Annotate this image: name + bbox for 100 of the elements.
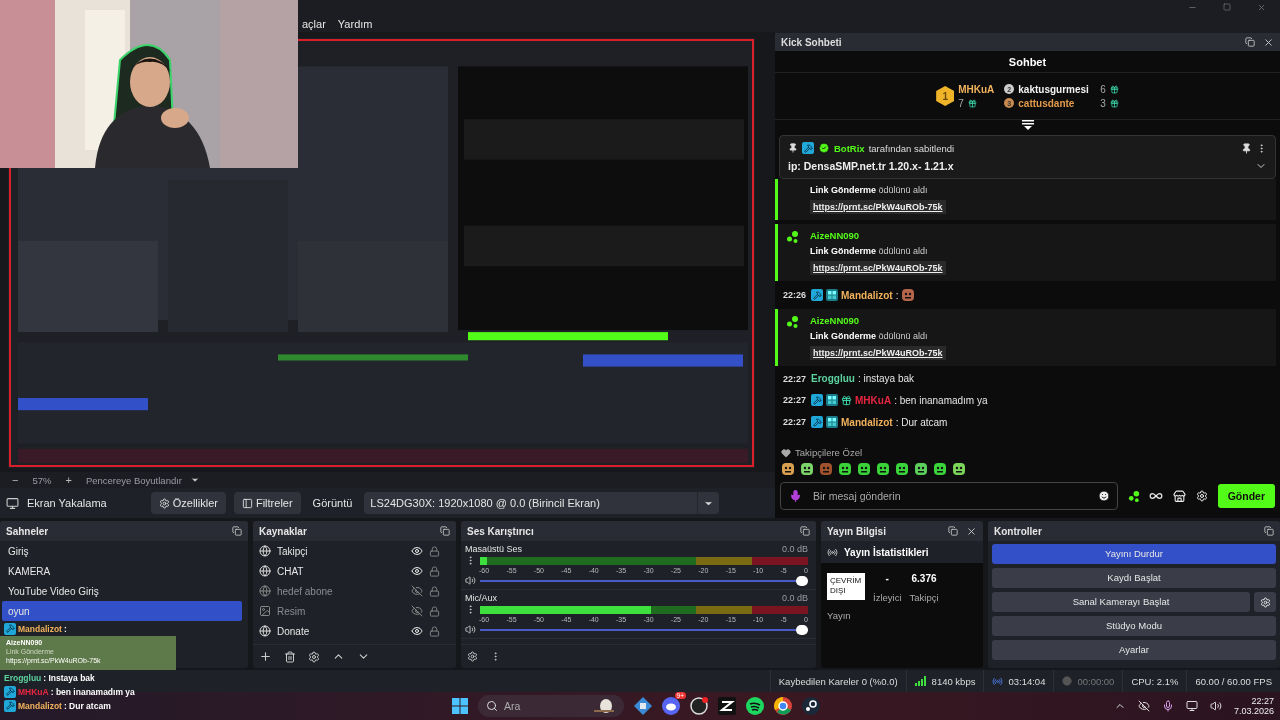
- source-item[interactable]: hedef abone: [277, 585, 405, 597]
- lock-icon[interactable]: [429, 565, 440, 577]
- volume-icon[interactable]: [1209, 700, 1222, 712]
- app-icon[interactable]: [690, 697, 708, 715]
- lock-icon[interactable]: [429, 605, 440, 617]
- microphone-icon[interactable]: [789, 489, 802, 503]
- send-button[interactable]: Gönder: [1217, 484, 1275, 508]
- source-item[interactable]: Resim: [277, 605, 405, 617]
- microphone-icon[interactable]: [1161, 700, 1174, 712]
- signal-icon: [914, 676, 927, 686]
- app-icon[interactable]: [746, 697, 764, 715]
- eye-icon[interactable]: [411, 625, 423, 637]
- username: Eroggluu: [811, 373, 855, 384]
- scene-item[interactable]: oyun: [2, 601, 242, 621]
- link[interactable]: https://prnt.sc/PkW4uROb-75k: [810, 200, 946, 214]
- float-icon[interactable]: [1264, 526, 1274, 536]
- username: Mandalizot: [841, 416, 893, 428]
- scene-item[interactable]: Giriş: [2, 541, 242, 561]
- menu-item[interactable]: açlar: [302, 17, 326, 30]
- store-icon[interactable]: [1172, 489, 1186, 503]
- fit-dropdown[interactable]: Pencereye Boyutlandır: [85, 474, 206, 486]
- float-icon[interactable]: [800, 526, 810, 536]
- float-icon[interactable]: [440, 526, 450, 536]
- zoom-in-button[interactable]: +: [61, 474, 76, 486]
- reward-text: Link Gönderme ödülünü aldı: [810, 246, 929, 256]
- menu-item[interactable]: Yardım: [337, 17, 373, 30]
- status-caption: Yayın: [827, 609, 852, 621]
- zoom-out-button[interactable]: −: [8, 474, 23, 486]
- stats-heading: Yayın İstatistikleri: [844, 546, 929, 558]
- username: MHKuA: [855, 394, 892, 406]
- eye-icon[interactable]: [411, 565, 423, 577]
- dropped-frames: Kaybedilen Kareler 0 (%0.0): [778, 675, 898, 687]
- pin-icon[interactable]: [1241, 142, 1252, 154]
- control-button[interactable]: Yayını Durdur: [992, 544, 1276, 564]
- chat-title: Sohbet: [1008, 55, 1047, 68]
- source-name: Ekran Yakalama: [27, 497, 107, 509]
- search-field[interactable]: Ara: [478, 695, 624, 717]
- app-icon[interactable]: [634, 697, 652, 715]
- app-icon[interactable]: [718, 697, 736, 715]
- points-icon: [1127, 489, 1141, 503]
- control-button[interactable]: Stüdyo Modu: [992, 616, 1276, 636]
- eye-icon[interactable]: [411, 545, 423, 557]
- username: cattusdante: [1018, 97, 1076, 109]
- control-button[interactable]: Sanal Kamerayı Başlat: [992, 592, 1250, 612]
- close-icon[interactable]: [966, 525, 977, 537]
- filters-button[interactable]: Filtreler: [233, 492, 301, 514]
- emote-icon: [781, 462, 795, 476]
- clock-date: 7.03.2026: [1233, 706, 1274, 716]
- link[interactable]: https://prnt.sc/PkW4uROb-75k: [810, 261, 946, 275]
- link[interactable]: https://prnt.sc/PkW4uROb-75k: [810, 346, 946, 360]
- scene-item[interactable]: YouTube Video Giriş: [2, 581, 242, 601]
- record-icon: [1062, 676, 1073, 686]
- source-item[interactable]: Takipçi: [277, 545, 405, 557]
- settings-button[interactable]: [1254, 592, 1276, 612]
- control-button[interactable]: Kaydı Başlat: [992, 568, 1276, 588]
- properties-button[interactable]: Özellikler: [150, 492, 226, 514]
- emote-icon: [838, 462, 852, 476]
- source-item[interactable]: Donate: [277, 625, 405, 637]
- gear-icon: [158, 497, 170, 509]
- rank-badge: 1: [936, 86, 955, 106]
- slider-thumb[interactable]: [796, 624, 808, 635]
- channel-name: Mic/Aux: [465, 593, 497, 603]
- gift-icon: [1109, 84, 1119, 94]
- lock-icon[interactable]: [429, 545, 440, 557]
- lock-icon[interactable]: [429, 585, 440, 597]
- globe-icon: [259, 565, 271, 577]
- lock-icon[interactable]: [429, 625, 440, 637]
- gear-icon: [1259, 596, 1271, 608]
- slider-thumb[interactable]: [796, 575, 808, 586]
- settings-icon[interactable]: [308, 650, 320, 663]
- float-icon[interactable]: [948, 526, 958, 536]
- collapse-icon[interactable]: [1020, 120, 1035, 130]
- stat-value: -: [885, 573, 889, 584]
- app-icon[interactable]: [662, 697, 680, 715]
- volume-icon[interactable]: [465, 575, 476, 586]
- scene-item[interactable]: KAMERA: [2, 561, 242, 581]
- volume-icon[interactable]: [465, 624, 476, 635]
- add-icon[interactable]: [259, 650, 272, 663]
- emote-icon: [819, 462, 833, 476]
- pinned-text: ip: DensaSMP.net.tr 1.20.x- 1.21.x: [788, 160, 954, 172]
- reward-text: Link Gönderme ödülünü aldı: [810, 185, 929, 195]
- trash-icon[interactable]: [284, 650, 296, 663]
- float-icon[interactable]: [232, 526, 242, 536]
- control-button[interactable]: Ayarlar: [992, 640, 1276, 660]
- float-icon[interactable]: [1245, 37, 1255, 47]
- close-icon[interactable]: [1263, 36, 1274, 48]
- emoji-icon[interactable]: [1097, 490, 1110, 502]
- monitor-icon[interactable]: [1185, 700, 1198, 712]
- settings-icon[interactable]: [467, 651, 478, 662]
- windows-icon[interactable]: [452, 698, 468, 714]
- display-select[interactable]: LS24DG30X: 1920x1080 @ 0.0 (Birincil Ekran): [364, 492, 719, 514]
- gift-count: 3: [1100, 97, 1106, 109]
- message-field[interactable]: Bir mesaj gönderin: [780, 482, 1118, 510]
- app-icon[interactable]: [802, 697, 820, 715]
- app-icon[interactable]: [774, 697, 792, 715]
- message-text: : Dur atcam: [63, 700, 111, 711]
- globe-icon: [259, 625, 271, 637]
- emote-icon: [895, 462, 909, 476]
- source-item[interactable]: CHAT: [277, 565, 405, 577]
- emote-icon: [876, 462, 890, 476]
